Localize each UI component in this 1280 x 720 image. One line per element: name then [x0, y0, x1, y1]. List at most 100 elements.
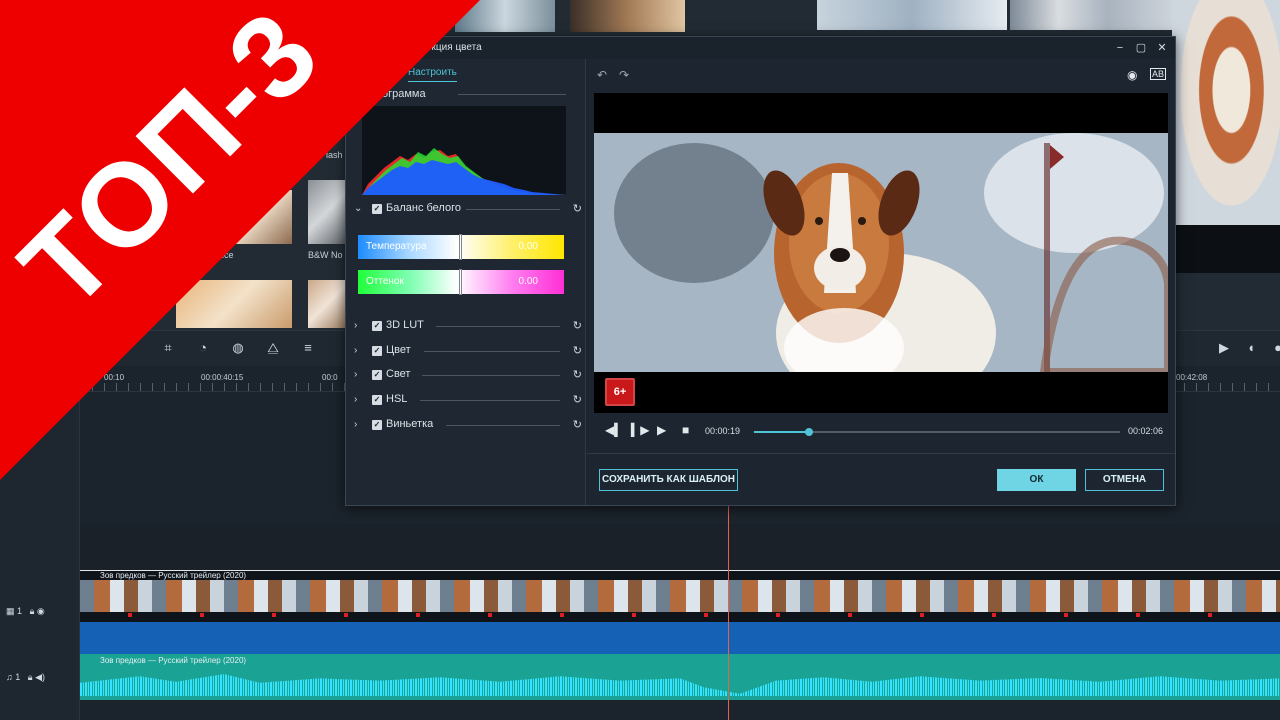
reset-icon[interactable]: ↻ [573, 201, 582, 217]
section-label: Цвет [386, 344, 411, 356]
progress-fill [754, 431, 809, 433]
maximize-icon[interactable]: ▢ [1133, 40, 1149, 56]
next-frame-icon[interactable]: ▍▶ [631, 423, 649, 437]
checkbox[interactable]: ✓ [372, 346, 382, 356]
ruler-label: 00:10 [104, 373, 125, 382]
speed-icon[interactable]: ◔ [195, 340, 211, 356]
hsl-section[interactable]: › ✓ HSL ↻ [354, 392, 582, 408]
green-screen-icon[interactable]: ⧋ [265, 340, 281, 356]
section-label: 3D LUT [386, 319, 424, 331]
music-icon: ♫ [6, 672, 13, 682]
chevron-right-icon[interactable]: › [354, 343, 364, 359]
checkbox[interactable]: ✓ [372, 420, 382, 430]
timeline-bottom [80, 700, 1280, 720]
speaker-icon[interactable]: ◀) [35, 672, 45, 682]
section-label: Виньетка [386, 418, 434, 430]
dialog-titlebar[interactable]: екция цвета − ▢ ✕ [346, 37, 1175, 59]
undo-icon[interactable]: ↶ [597, 68, 607, 82]
marker-icon[interactable]: ◖ [1243, 340, 1259, 356]
prev-frame-icon[interactable]: ◀▍ [605, 423, 623, 437]
lock-icon[interactable]: 🔒︎ [28, 672, 33, 682]
checkbox[interactable]: ✓ [372, 321, 382, 331]
playback-progress[interactable] [754, 428, 1120, 436]
render-icon[interactable]: ▶ [1216, 340, 1232, 356]
media-thumbnail[interactable] [570, 0, 685, 32]
age-rating-badge: 6+ [605, 378, 635, 406]
play-icon[interactable]: ▶ [657, 423, 666, 437]
reset-icon[interactable]: ↻ [573, 392, 582, 408]
divider [424, 351, 560, 352]
eye-icon[interactable]: ◉ [1127, 68, 1137, 82]
progress-handle[interactable] [804, 428, 813, 436]
video-clip[interactable] [80, 580, 1280, 612]
slider-label: Температура [366, 241, 427, 252]
stop-icon[interactable]: ■ [682, 423, 689, 437]
empty-track [80, 524, 1280, 570]
section-label: HSL [386, 393, 408, 405]
tab-adjust[interactable]: Настроить [408, 67, 457, 82]
effect-thumbnail[interactable] [308, 180, 346, 244]
checkbox[interactable]: ✓ [372, 370, 382, 380]
preview-black-area [1176, 225, 1280, 273]
video-clip-body[interactable] [80, 622, 1280, 654]
white-balance-section[interactable]: ⌄ ✓ Баланс белого ↻ [354, 201, 582, 217]
video-clip-title: Зов предков — Русский трейлер (2020) [100, 571, 247, 580]
divider [466, 209, 560, 210]
slider-handle[interactable] [459, 234, 462, 260]
media-thumbnail[interactable] [1010, 0, 1172, 30]
track-number: 1 [17, 606, 23, 616]
slider-handle[interactable] [459, 269, 462, 295]
light-section[interactable]: › ✓ Свет ↻ [354, 367, 582, 383]
lock-icon[interactable]: 🔒︎ [30, 606, 35, 616]
playhead[interactable] [728, 505, 729, 720]
audio-clip-title: Зов предков — Русский трейлер (2020) [100, 656, 247, 665]
reset-icon[interactable]: ↻ [573, 318, 582, 334]
ruler-label: 00:42:08 [1176, 373, 1208, 382]
clip-markers [80, 613, 1280, 617]
slider-value: 0.00 [518, 241, 538, 252]
color-section[interactable]: › ✓ Цвет ↻ [354, 343, 582, 359]
temperature-slider[interactable]: Температура 0.00 [358, 234, 564, 260]
divider [422, 375, 560, 376]
preview-frame [594, 133, 1168, 372]
cancel-button[interactable]: ОТМЕНА [1085, 469, 1164, 491]
chevron-right-icon[interactable]: › [354, 392, 364, 408]
divider [446, 425, 560, 426]
checkbox[interactable]: ✓ [372, 204, 382, 214]
crop-icon[interactable]: ⌗ [160, 340, 176, 356]
effect-thumbnail[interactable] [176, 280, 292, 328]
current-time: 00:00:19 [705, 426, 741, 436]
save-template-button[interactable]: СОХРАНИТЬ КАК ШАБЛОН [599, 469, 738, 491]
divider [420, 400, 560, 401]
mic-icon[interactable]: ● [1270, 340, 1280, 356]
color-icon[interactable]: ◍ [230, 340, 246, 356]
redo-icon[interactable]: ↷ [619, 68, 629, 82]
chevron-right-icon[interactable]: › [354, 318, 364, 334]
close-icon[interactable]: ✕ [1154, 40, 1170, 56]
slider-value: 0.00 [518, 276, 538, 287]
tint-slider[interactable]: Оттенок 0.00 [358, 269, 564, 295]
media-thumbnail[interactable] [817, 0, 1007, 30]
ruler-label: 00:0 [322, 373, 338, 382]
film-icon: ▦ [6, 606, 15, 616]
reset-icon[interactable]: ↻ [573, 417, 582, 433]
lut-section[interactable]: › ✓ 3D LUT ↻ [354, 318, 582, 334]
reset-icon[interactable]: ↻ [573, 367, 582, 383]
chevron-right-icon[interactable]: › [354, 417, 364, 433]
chevron-right-icon[interactable]: › [354, 367, 364, 383]
adjust-icon[interactable]: ≡ [300, 340, 316, 356]
minimize-icon[interactable]: − [1112, 40, 1128, 56]
divider [436, 326, 560, 327]
effect-thumbnail[interactable] [308, 280, 346, 328]
compare-icon[interactable]: AB [1150, 68, 1167, 80]
effect-label: B&W No [308, 250, 343, 260]
chevron-down-icon[interactable]: ⌄ [354, 201, 364, 217]
audio-track-header: ♫ 1 🔒︎ ◀) [6, 672, 45, 683]
checkbox[interactable]: ✓ [372, 395, 382, 405]
reset-icon[interactable]: ↻ [573, 343, 582, 359]
vignette-section[interactable]: › ✓ Виньетка ↻ [354, 417, 582, 433]
ok-button[interactable]: ОК [997, 469, 1076, 491]
ruler-label: 00:00:40:15 [201, 373, 244, 382]
eye-icon[interactable]: ◉ [37, 606, 45, 616]
dog-preview-image [1172, 0, 1280, 225]
